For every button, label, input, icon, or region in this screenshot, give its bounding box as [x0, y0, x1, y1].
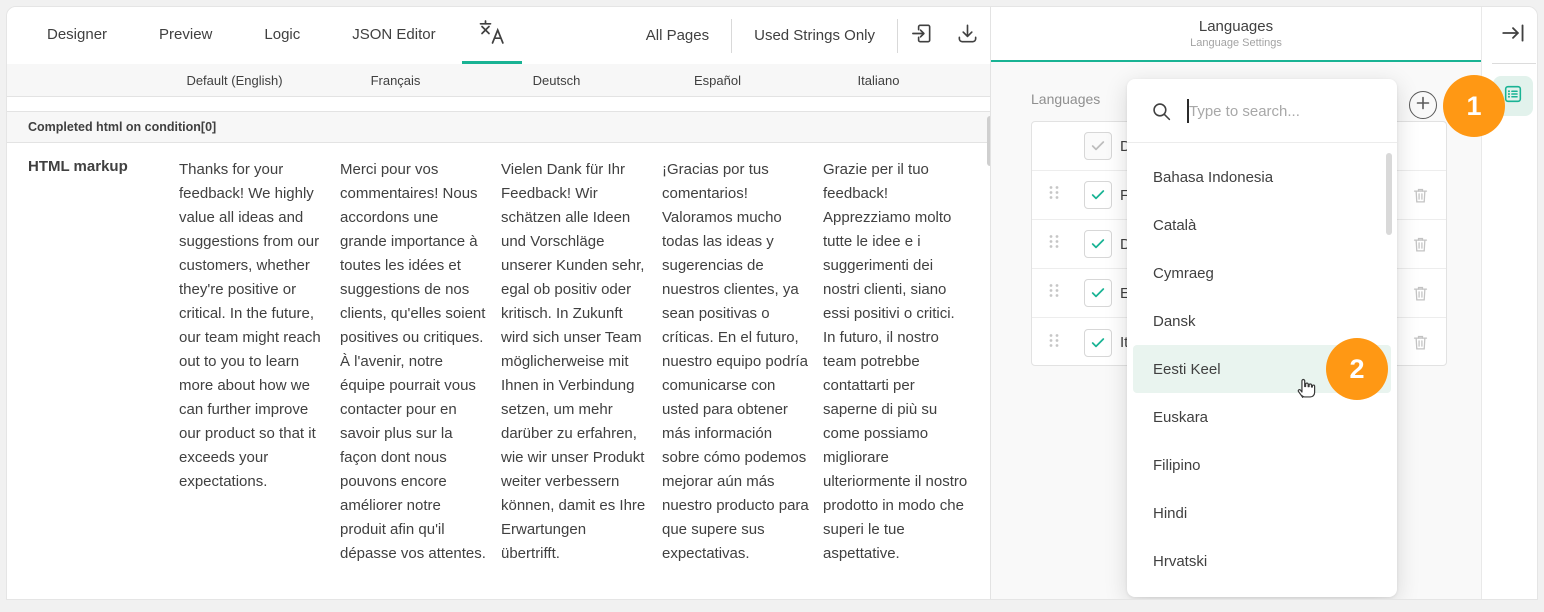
dropdown-item[interactable]: Cymraeg [1127, 249, 1397, 297]
toolbar-actions: All Pages Used Strings Only [624, 7, 990, 64]
dropdown-scrollbar[interactable] [1386, 153, 1392, 235]
collapse-panel-icon [1500, 33, 1526, 50]
tab-label: Designer [47, 26, 107, 43]
dropdown-item[interactable]: Hindi [1127, 489, 1397, 537]
search-bar [1127, 79, 1397, 143]
column-header-french: Français [315, 64, 476, 97]
tab-preview[interactable]: Preview [133, 7, 238, 64]
add-language-button[interactable] [1409, 91, 1437, 119]
column-header-spanish: Español [637, 64, 798, 97]
translation-cell-spanish[interactable]: ¡Gracias por tus comentarios! Valoramos … [662, 158, 810, 566]
drag-handle-icon[interactable] [1048, 332, 1060, 353]
language-column-headers: Default (English) Français Deutsch Españ… [7, 64, 990, 97]
checkbox-default [1084, 132, 1112, 160]
top-toolbar: Designer Preview Logic JSON Editor All P… [7, 7, 990, 64]
checkbox-german[interactable] [1084, 230, 1112, 258]
survey-creator-window: Designer Preview Logic JSON Editor All P… [6, 6, 1538, 600]
column-header-italian: Italiano [798, 64, 959, 97]
section-title: Completed html on condition[0] [28, 120, 216, 134]
strip-divider [1492, 63, 1536, 64]
translation-cell-french[interactable]: Merci pour vos commentaires! Nous accord… [340, 158, 488, 566]
dropdown-item[interactable]: Bahasa Indonesia [1127, 153, 1397, 201]
dropdown-item[interactable]: Euskara [1127, 393, 1397, 441]
column-header-default: Default (English) [154, 64, 315, 97]
tab-logic[interactable]: Logic [238, 7, 326, 64]
tab-label: JSON Editor [352, 26, 435, 43]
badge-number: 1 [1466, 91, 1481, 122]
translation-cell-italian[interactable]: Grazie per il tuo feedback! Apprezziamo … [823, 158, 971, 566]
dropdown-item[interactable]: Català [1127, 201, 1397, 249]
translation-cell-german[interactable]: Vielen Dank für Ihr Feedback! Wir schätz… [501, 158, 649, 566]
import-icon [910, 22, 933, 50]
delete-icon[interactable] [1408, 183, 1432, 207]
delete-icon[interactable] [1408, 232, 1432, 256]
language-settings-icon [1502, 83, 1524, 110]
delete-icon[interactable] [1408, 331, 1432, 355]
translation-grid: Default (English) Français Deutsch Españ… [7, 64, 990, 599]
column-header-german: Deutsch [476, 64, 637, 97]
import-button[interactable] [898, 7, 944, 64]
checkbox-italian[interactable] [1084, 329, 1112, 357]
step-badge-1: 1 [1443, 75, 1505, 137]
drag-handle-icon[interactable] [1048, 234, 1060, 255]
panel-subtitle: Language Settings [1190, 37, 1282, 49]
checkbox-spanish[interactable] [1084, 279, 1112, 307]
collapse-panel-button[interactable] [1500, 20, 1526, 46]
tab-label: Preview [159, 26, 212, 43]
panel-title: Languages [1199, 18, 1273, 35]
translation-cell-default[interactable]: Thanks for your feedback! We highly valu… [179, 158, 327, 494]
translate-icon [478, 19, 506, 49]
checkbox-french[interactable] [1084, 181, 1112, 209]
tab-json-editor[interactable]: JSON Editor [326, 7, 461, 64]
drag-handle-icon[interactable] [1048, 185, 1060, 206]
string-row-label: HTML markup [28, 158, 128, 175]
drag-handle-icon[interactable] [1048, 283, 1060, 304]
dropdown-item[interactable]: Filipino [1127, 441, 1397, 489]
add-language-icon [1416, 96, 1430, 115]
panel-header: Languages Language Settings [991, 7, 1481, 62]
view-tabs: Designer Preview Logic JSON Editor [7, 7, 522, 64]
delete-icon[interactable] [1408, 281, 1432, 305]
tab-label: Logic [264, 26, 300, 43]
section-header-row: Completed html on condition[0] [7, 111, 990, 143]
dropdown-item[interactable]: Hrvatski [1127, 537, 1397, 585]
pages-filter-dropdown[interactable]: All Pages [624, 27, 731, 44]
export-icon [956, 22, 979, 50]
tab-designer[interactable]: Designer [21, 7, 133, 64]
step-badge-2: 2 [1326, 338, 1388, 400]
string-row: HTML markup Thanks for your feedback! We… [7, 143, 990, 599]
export-button[interactable] [944, 7, 990, 64]
badge-number: 2 [1349, 354, 1364, 385]
languages-section-label: Languages [1031, 91, 1100, 107]
screen: Designer Preview Logic JSON Editor All P… [0, 0, 1544, 612]
hand-cursor-icon [1293, 373, 1319, 408]
search-input[interactable] [1189, 91, 1379, 131]
tab-translation[interactable] [462, 7, 522, 64]
strings-filter-dropdown[interactable]: Used Strings Only [732, 27, 897, 44]
search-icon [1151, 101, 1172, 127]
